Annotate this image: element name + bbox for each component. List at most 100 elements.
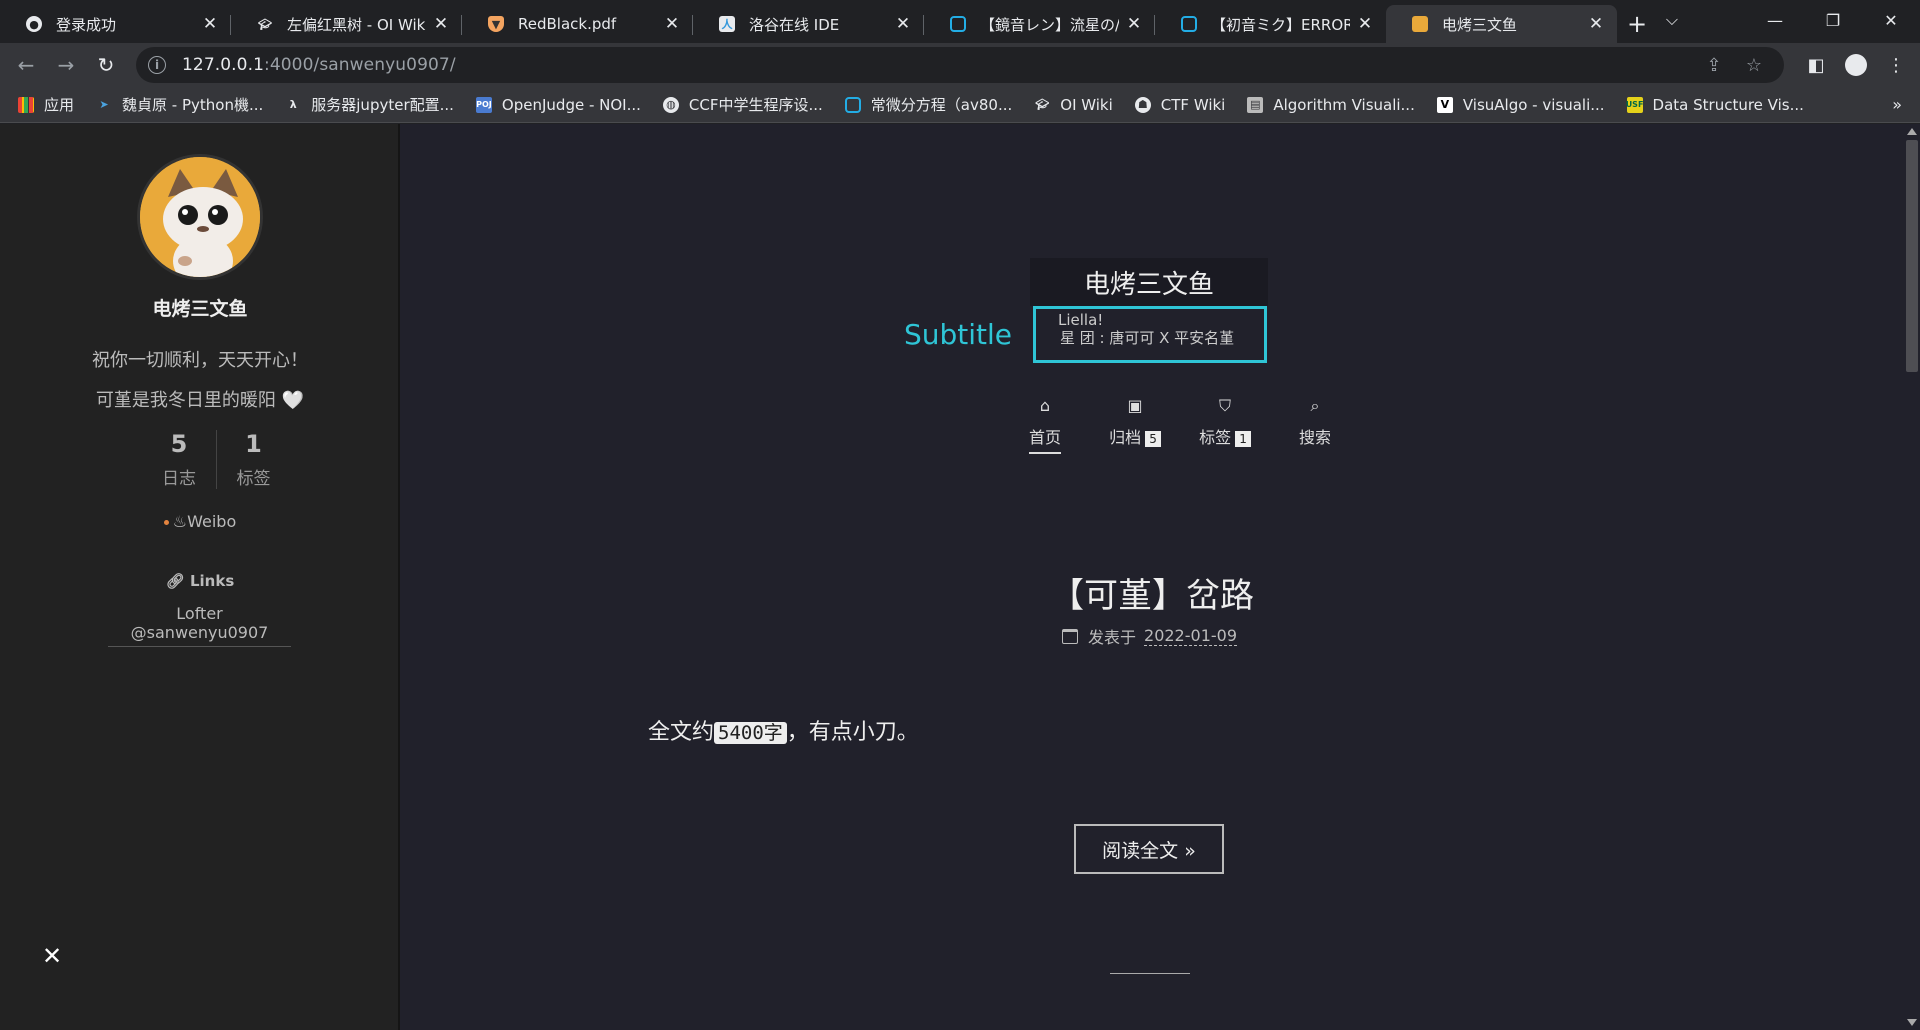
bookmark-apps[interactable]: 应用 [18,94,74,115]
menu-dots-icon[interactable]: ⋮ [1876,55,1916,76]
nav-tags[interactable]: ⛉ 标签 1 [1180,396,1270,454]
bookmark-ccf[interactable]: ◍ CCF中学生程序设... [662,94,823,115]
scrollbar-thumb[interactable] [1906,140,1918,372]
tab-search-chevron-icon[interactable]: ⌵ [1652,0,1692,40]
scroll-down-arrow-icon[interactable] [1907,1019,1917,1026]
site-stats: 5 日志 1 标签 [142,430,290,489]
site-title[interactable]: 电烤三文鱼 [1030,258,1268,306]
site-subtitle: Subtitle [904,318,1013,351]
ctf-icon: ☗ [1134,96,1151,113]
bookmark-algo-visualizer[interactable]: ▤ Algorithm Visuali... [1247,96,1415,114]
close-icon[interactable]: ✕ [894,14,912,34]
close-icon[interactable]: ✕ [663,14,681,34]
page-scrollbar[interactable] [1902,124,1920,1030]
links-heading: 🔗︎ Links [0,572,400,590]
new-tab-button[interactable]: + [1617,5,1657,43]
window-controls: — ❐ ✕ [1746,0,1920,40]
nav-home[interactable]: ⌂ 首页 [1000,396,1090,454]
oiwiki-icon: 🎓︎ [1035,98,1050,111]
back-arrow-icon[interactable]: ← [6,47,46,83]
bookmark-star-icon[interactable]: ☆ [1734,55,1774,76]
stat-tags-count: 1 [245,430,262,458]
tab-pdf[interactable]: ▼ RedBlack.pdf ✕ [462,5,693,43]
bookmark-oiwiki[interactable]: 🎓︎ OI Wiki [1034,96,1113,114]
nav-label-text: 归档 [1109,428,1142,447]
bookmark-ode[interactable]: 常微分方程（av80... [844,94,1013,115]
close-icon[interactable]: ✕ [1356,14,1374,34]
tab-oiwiki[interactable]: 🎓︎ 左偏红黑树 - OI Wiki ✕ [231,5,462,43]
bookmark-label: CCF中学生程序设... [688,96,823,114]
restore-icon[interactable]: ❐ [1804,0,1862,40]
subtitle-highlight-box: Liella! 星 团 : 唐可可 X 平安名堇 [1033,306,1267,363]
tab-bilibili-2[interactable]: 【初音ミク】ERROR ✕ [1155,5,1386,43]
read-more-button[interactable]: 阅读全文 » [1074,824,1224,874]
tab-strip: ● 登录成功 ✕ 🎓︎ 左偏红黑树 - OI Wiki ✕ ▼ RedBlack… [0,0,1920,43]
close-icon[interactable]: ✕ [1587,14,1605,34]
bookmark-ctfwiki[interactable]: ☗ CTF Wiki [1134,96,1225,114]
nav-label: 归档 5 [1109,424,1161,452]
nav-search[interactable]: ⌕ 搜索 [1270,396,1360,454]
bookmark-jupyter[interactable]: λ 服务器jupyter配置... [285,94,454,115]
weibo-icon: ♨ [172,512,188,531]
post-meta-label: 发表于 [1088,628,1137,647]
side-panel-icon[interactable]: ◧ [1796,55,1836,76]
post-excerpt: 全文约 5400字 ，有点小刀。 [648,714,919,746]
lofter-link[interactable]: Lofter @sanwenyu0907 [108,604,291,647]
author-description-line2: 可堇是我冬日里的暖阳 🤍 [95,390,305,411]
forward-arrow-icon[interactable]: → [46,47,86,83]
word-count-code: 5400字 [714,722,787,744]
minimize-icon[interactable]: — [1746,0,1804,40]
stat-posts-label: 日志 [162,469,196,489]
post-meta: 发表于 2022-01-09 [1062,624,1237,648]
usf-icon: USF [1626,96,1643,113]
tab-title: 左偏红黑树 - OI Wiki [287,15,426,34]
tab-bilibili-1[interactable]: 【鏡音レン】流星の/ ✕ [924,5,1155,43]
bookmark-python[interactable]: ➤ 魏貞原 - Python機... [96,94,263,115]
bookmark-visualgo[interactable]: V VisuAlgo - visuali... [1436,96,1605,114]
profile-avatar-icon[interactable] [1845,54,1867,76]
home-icon: ⌂ [1039,396,1051,415]
oiwiki-icon: 🎓︎ [258,17,272,31]
url-host: 127.0.0.1 [182,55,265,75]
nav-label: 搜索 [1298,428,1331,447]
links-heading-label: Links [189,572,235,590]
bookmark-label: 常微分方程（av80... [870,96,1013,114]
bookmark-label: 应用 [44,96,75,114]
stat-posts[interactable]: 5 日志 [142,430,216,489]
reload-icon[interactable]: ↻ [86,47,126,83]
browser-toolbar: ← → ↻ i 127.0.0.1:4000/sanwenyu0907/ ⇪ ☆… [0,43,1920,87]
url-path: :4000/sanwenyu0907/ [264,55,456,75]
author-description-line1: 祝你一切顺利，天天开心！ [92,350,308,371]
sidebar-close-icon[interactable]: ✕ [42,942,62,970]
close-icon[interactable]: ✕ [432,14,450,34]
bookmark-openjudge[interactable]: POJ OpenJudge - NOI... [475,96,641,114]
social-weibo-link[interactable]: ♨Weibo [0,512,400,531]
bookmark-label: OI Wiki [1060,95,1113,114]
share-icon[interactable]: ⇪ [1694,55,1734,76]
search-icon: ⌕ [1310,396,1320,415]
site-info-icon[interactable]: i [148,56,166,74]
tab-luogu[interactable]: 人 洛谷在线 IDE ✕ [693,5,924,43]
calendar-icon [1062,628,1078,644]
algo-icon: ▤ [1247,96,1264,113]
scroll-up-arrow-icon[interactable] [1907,128,1917,135]
browser-window: ● 登录成功 ✕ 🎓︎ 左偏红黑树 - OI Wiki ✕ ▼ RedBlack… [0,0,1920,1030]
tab-login[interactable]: ● 登录成功 ✕ [0,5,231,43]
stat-tags[interactable]: 1 标签 [216,430,290,489]
address-bar[interactable]: i 127.0.0.1:4000/sanwenyu0907/ ⇪ ☆ [136,47,1784,83]
archive-icon: ▣ [1127,396,1143,415]
bookmarks-overflow-icon[interactable]: » [1892,95,1902,114]
poj-icon: POJ [475,96,492,113]
window-close-icon[interactable]: ✕ [1862,0,1920,40]
close-icon[interactable]: ✕ [1125,14,1143,34]
nav-archives[interactable]: ▣ 归档 5 [1090,396,1180,454]
tab-active-blog[interactable]: 电烤三文鱼 ✕ [1386,5,1617,43]
url-text[interactable]: 127.0.0.1:4000/sanwenyu0907/ [182,55,456,75]
bookmark-ds-vis[interactable]: USF Data Structure Vis... [1626,96,1804,114]
nav-label-text: 标签 [1199,428,1232,447]
bird-icon: ➤ [99,98,109,111]
post-title[interactable]: 【可堇】岔路 [1050,568,1254,617]
close-icon[interactable]: ✕ [201,14,219,34]
omnibox-actions: ⇪ ☆ [1694,47,1774,83]
tag-count-badge: 1 [1235,431,1251,447]
